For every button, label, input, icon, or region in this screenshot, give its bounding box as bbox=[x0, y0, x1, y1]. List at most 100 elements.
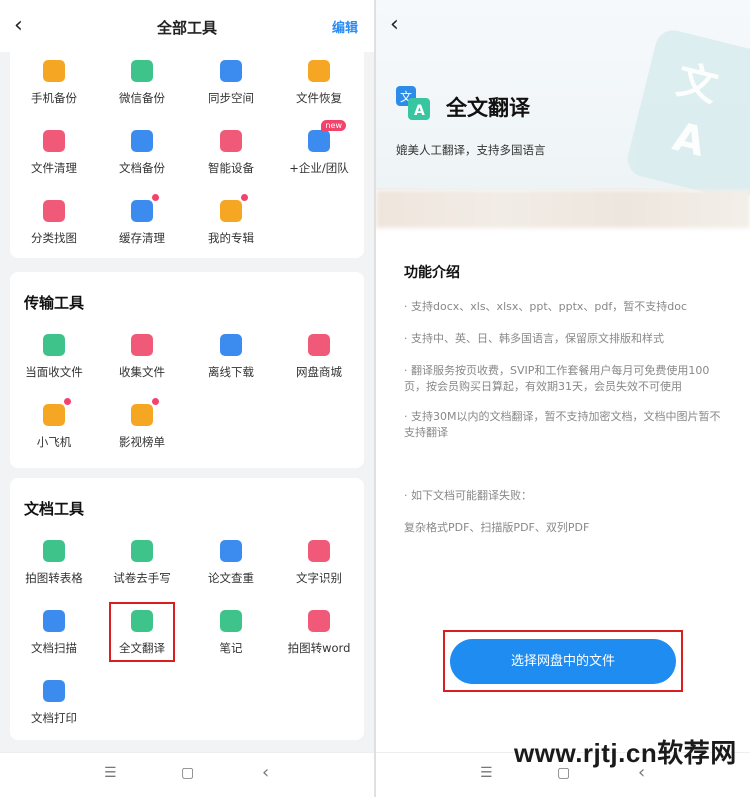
tool-offline-download[interactable]: 离线下载 bbox=[187, 334, 275, 380]
tool-plagiarism-check[interactable]: 论文查重 bbox=[187, 540, 275, 586]
file-clean-icon bbox=[43, 130, 65, 152]
tool-face-receive[interactable]: 当面收文件 bbox=[10, 334, 98, 380]
tool-label: 手机备份 bbox=[31, 91, 77, 105]
wechat-backup-icon bbox=[131, 60, 153, 82]
tool-image-search[interactable]: 分类找图 bbox=[10, 200, 98, 246]
tool-photo-to-word[interactable]: 拍图转word bbox=[275, 610, 363, 656]
menu-icon[interactable]: ☰ bbox=[480, 765, 493, 781]
tool-doc-scan[interactable]: 文档扫描 bbox=[10, 610, 98, 656]
collect-files-icon bbox=[131, 334, 153, 356]
menu-icon[interactable]: ☰ bbox=[104, 765, 117, 781]
face-receive-icon bbox=[43, 334, 65, 356]
phone-backup-icon bbox=[43, 60, 65, 82]
tool-paper-plane[interactable]: 小飞机 bbox=[10, 398, 98, 450]
tool-note[interactable]: 笔记 bbox=[187, 610, 275, 656]
photo-to-word-icon bbox=[308, 610, 330, 632]
tool-collect-files[interactable]: 收集文件 bbox=[98, 334, 186, 380]
tool-ocr[interactable]: 文字识别 bbox=[275, 540, 363, 586]
intro-paragraph: · 翻译服务按页收费，SVIP和工作套餐用户每月可免费使用100页，按会员购买日… bbox=[404, 364, 710, 393]
tool-label: 微信备份 bbox=[119, 91, 165, 105]
notification-dot bbox=[241, 194, 248, 201]
store-icon bbox=[308, 334, 330, 356]
translate-screen: 文 A ‹ 文 A 全文翻译 媲美人工翻译，支持多国语言 功能介绍 · 支持do… bbox=[376, 0, 750, 797]
tool-label: 文字识别 bbox=[296, 571, 342, 585]
tool-store[interactable]: 网盘商城 bbox=[275, 334, 363, 380]
intro-paragraph: · 如下文档可能翻译失败： bbox=[404, 489, 532, 502]
blurred-banner bbox=[376, 190, 750, 228]
tool-label: 影视榜单 bbox=[119, 435, 165, 449]
tool-label: 拍图转表格 bbox=[25, 571, 83, 585]
tool-doc-print[interactable]: 文档打印 bbox=[10, 680, 98, 726]
intro-paragraph: 复杂格式PDF、扫描版PDF、双列PDF bbox=[404, 521, 590, 534]
tool-file-clean[interactable]: 文件清理 bbox=[10, 130, 98, 176]
tool-label: 离线下载 bbox=[208, 365, 254, 379]
back-arrow-icon[interactable]: ‹ bbox=[390, 13, 399, 37]
tool-smart-device[interactable]: 智能设备 bbox=[187, 130, 275, 176]
select-file-button[interactable]: 选择网盘中的文件 bbox=[450, 639, 676, 684]
new-badge: new bbox=[321, 120, 346, 131]
tool-label: 论文查重 bbox=[208, 571, 254, 585]
enterprise-icon: new bbox=[308, 120, 346, 152]
offline-download-icon bbox=[220, 334, 242, 356]
highlight-box-translate bbox=[109, 602, 175, 662]
tool-remove-handwriting[interactable]: 试卷去手写 bbox=[98, 540, 186, 586]
translate-deco-icon: 文 A bbox=[623, 26, 750, 204]
tool-label: 当面收文件 bbox=[25, 365, 83, 379]
tool-sync-space[interactable]: 同步空间 bbox=[187, 60, 275, 106]
tool-cache-clean[interactable]: 缓存清理 bbox=[98, 194, 186, 246]
tool-label: 我的专辑 bbox=[208, 231, 254, 245]
tool-album[interactable]: 我的专辑 bbox=[187, 194, 275, 246]
file-recover-icon bbox=[308, 60, 330, 82]
tool-label: 笔记 bbox=[219, 641, 243, 655]
movie-rank-icon bbox=[131, 398, 159, 426]
home-icon[interactable]: ▢ bbox=[181, 765, 194, 781]
page-title: 全部工具 bbox=[156, 19, 217, 37]
intro-paragraph: · 支持30M以内的文档翻译，暂不支持加密文档，文档中图片暂不支持翻译 bbox=[404, 410, 721, 439]
tool-label: 文档扫描 bbox=[31, 641, 77, 655]
tool-label: 文档备份 bbox=[119, 161, 165, 175]
tool-label: 文件清理 bbox=[31, 161, 77, 175]
image-search-icon bbox=[43, 200, 65, 222]
common-tools-card: 手机备份 微信备份 同步空间 文件恢复文件清理 文档备份 智能设备 new +企业/团队分类找… bbox=[10, 46, 364, 258]
tool-phone-backup[interactable]: 手机备份 bbox=[10, 60, 98, 106]
top-bar: ‹ 全部工具 编辑 bbox=[0, 0, 374, 52]
tool-movie-rank[interactable]: 影视榜单 bbox=[98, 398, 186, 450]
tool-label: 文件恢复 bbox=[296, 91, 342, 105]
ocr-icon bbox=[308, 540, 330, 562]
svg-text:A: A bbox=[414, 103, 425, 119]
notification-dot bbox=[64, 398, 71, 405]
smart-device-icon bbox=[220, 130, 242, 152]
system-nav-bar: ☰ ▢ ‹ bbox=[0, 752, 374, 797]
tool-file-recover[interactable]: 文件恢复 bbox=[275, 60, 363, 106]
doc-print-icon bbox=[43, 680, 65, 702]
tool-label: 同步空间 bbox=[208, 91, 254, 105]
tool-doc-backup[interactable]: 文档备份 bbox=[98, 130, 186, 176]
tool-label: 试卷去手写 bbox=[113, 571, 171, 585]
sync-space-icon bbox=[220, 60, 242, 82]
hero-banner: 文 A bbox=[376, 0, 750, 204]
tool-label: 文档打印 bbox=[31, 711, 77, 725]
edit-button[interactable]: 编辑 bbox=[332, 17, 358, 36]
section-title-docs: 文档工具 bbox=[24, 500, 85, 518]
translate-app-icon: 文 A bbox=[396, 86, 430, 120]
tool-label: 网盘商城 bbox=[296, 365, 342, 379]
doc-backup-icon bbox=[131, 130, 153, 152]
intro-heading: 功能介绍 bbox=[404, 265, 460, 281]
plagiarism-check-icon bbox=[220, 540, 242, 562]
tool-photo-to-table[interactable]: 拍图转表格 bbox=[10, 540, 98, 586]
tool-label: 小飞机 bbox=[36, 435, 72, 449]
tool-label: 智能设备 bbox=[208, 161, 254, 175]
tool-enterprise[interactable]: new +企业/团队 bbox=[275, 120, 363, 176]
intro-paragraph: · 支持中、英、日、韩多国语言，保留原文排版和样式 bbox=[404, 332, 664, 345]
photo-to-table-icon bbox=[43, 540, 65, 562]
section-title-transfer: 传输工具 bbox=[24, 294, 85, 312]
tool-label: 拍图转word bbox=[287, 641, 351, 655]
document-tools-card: 文档工具 拍图转表格 试卷去手写 论文查重 文字识别 文档扫描 全文翻译 笔记 拍图转word… bbox=[10, 478, 364, 740]
notification-dot bbox=[152, 398, 159, 405]
tool-label: +企业/团队 bbox=[289, 161, 349, 175]
tool-wechat-backup[interactable]: 微信备份 bbox=[98, 60, 186, 106]
back-nav-icon[interactable]: ‹ bbox=[262, 762, 269, 783]
site-watermark: www.rjtj.cn软荐网 bbox=[514, 738, 737, 768]
intro-paragraph: · 支持docx、xls、xlsx、ppt、pptx、pdf，暂不支持doc bbox=[404, 300, 688, 313]
feature-subtitle: 媲美人工翻译，支持多国语言 bbox=[396, 143, 546, 157]
